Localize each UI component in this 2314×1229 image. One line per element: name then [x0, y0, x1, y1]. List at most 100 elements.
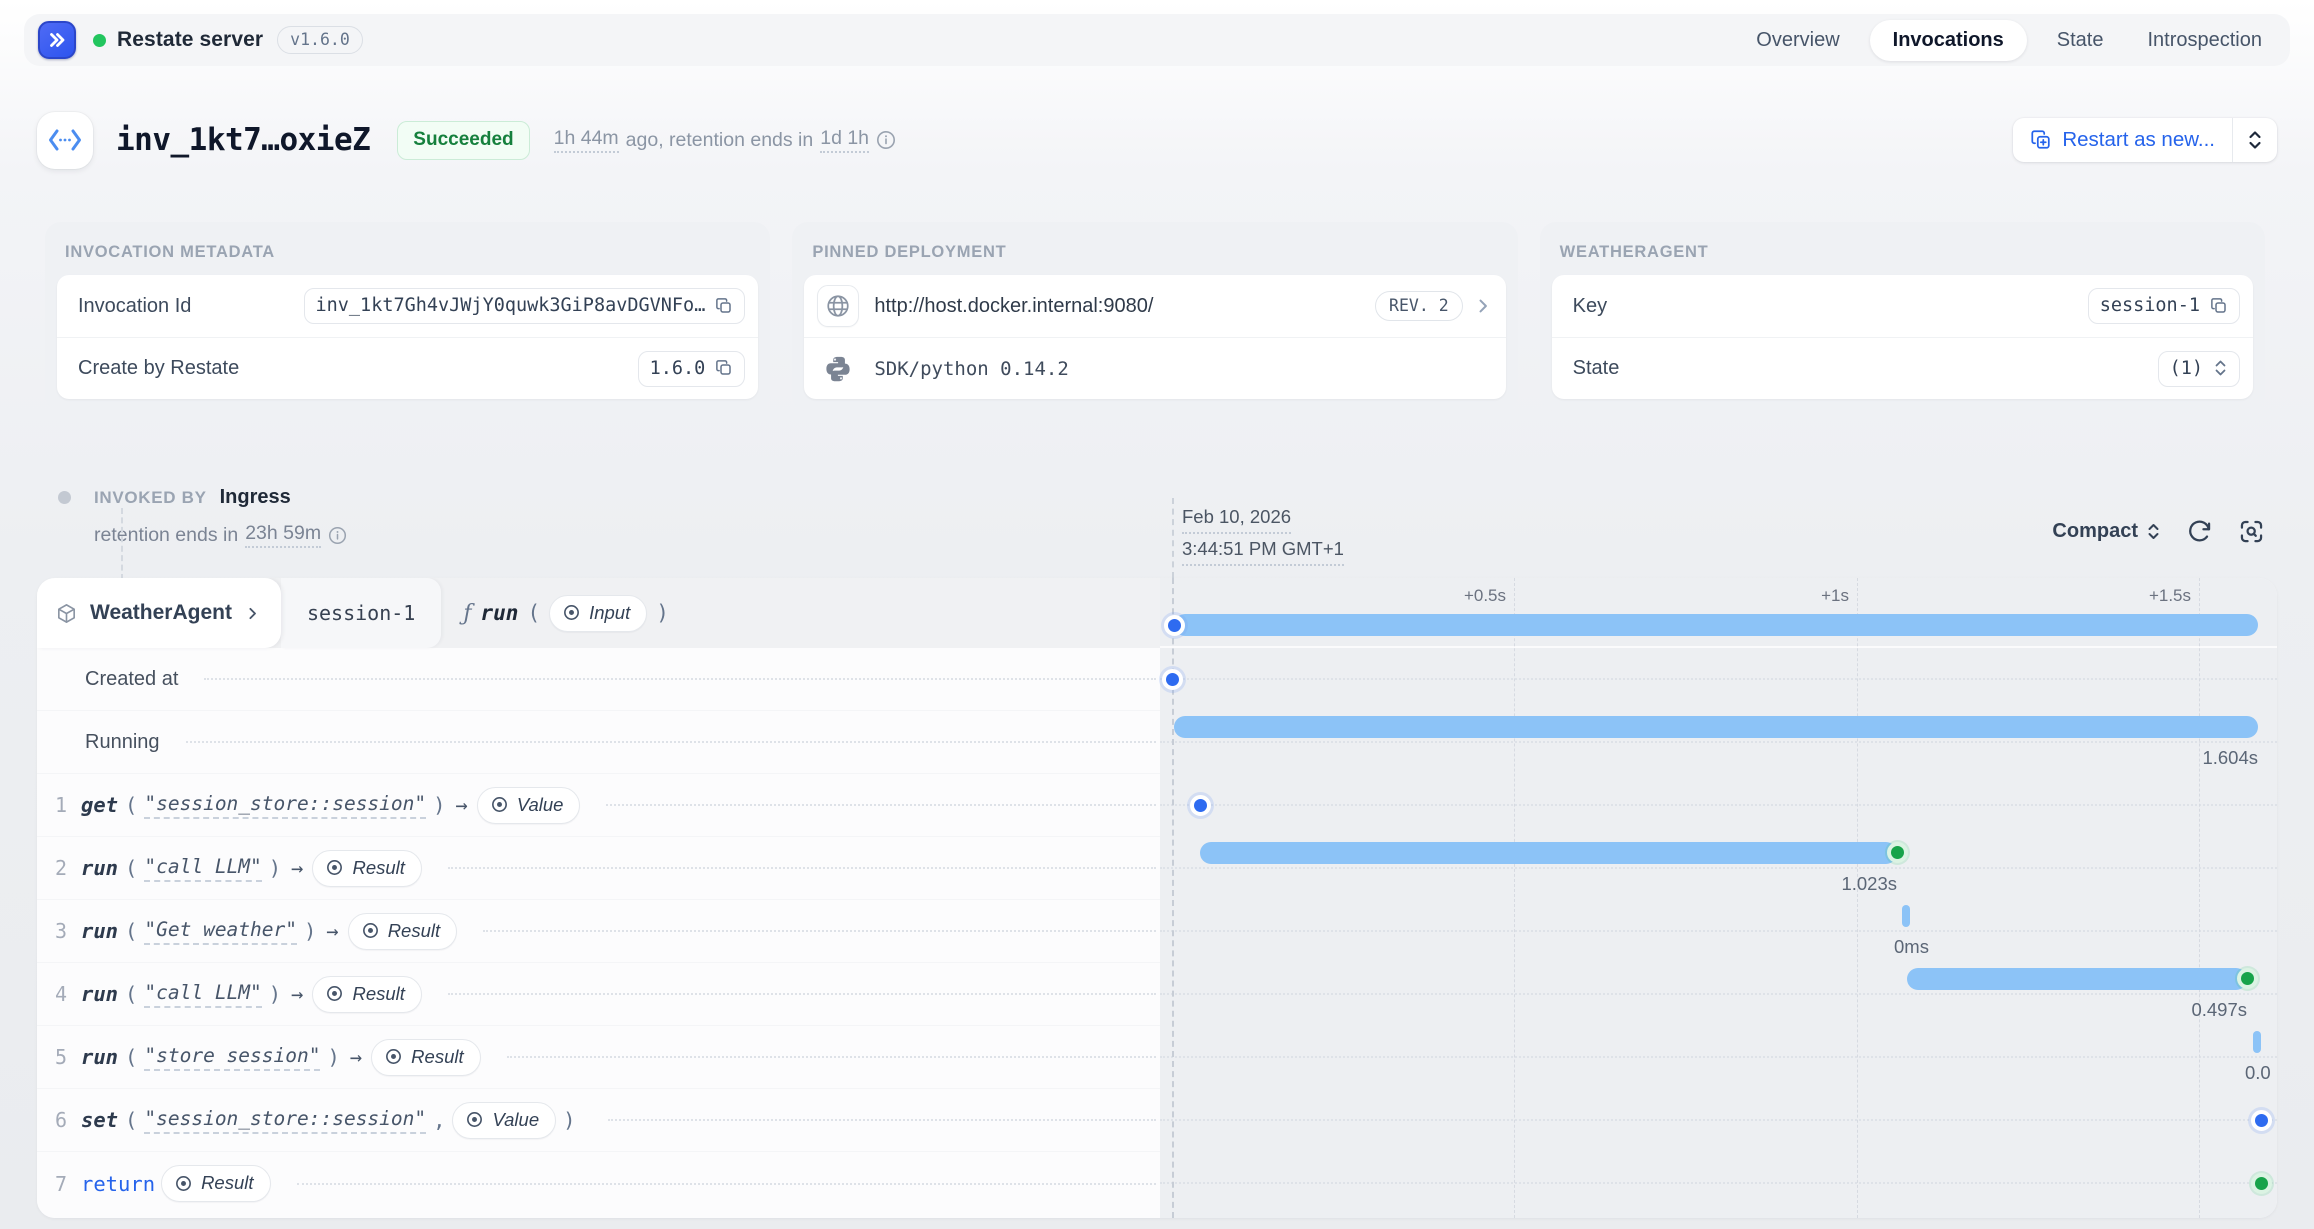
value-pill[interactable]: Value: [477, 787, 581, 824]
age-text[interactable]: 1h 44m: [554, 127, 619, 153]
dotted-leader: [507, 1056, 1156, 1058]
result-pill[interactable]: Result: [371, 1039, 480, 1076]
info-icon[interactable]: [876, 130, 896, 150]
timeline-column: 1.604s1.023s0ms0.497s0.0 +0.5s+1s+1.5s: [1160, 578, 2277, 1218]
service-breadcrumb[interactable]: WeatherAgent: [37, 578, 281, 648]
tab-overview[interactable]: Overview: [1742, 20, 1853, 61]
arrow-icon: →: [326, 919, 338, 943]
dotted-leader: [297, 1183, 1156, 1185]
tab-invocations[interactable]: Invocations: [1870, 20, 2027, 61]
retention-countdown[interactable]: 23h 59m: [245, 522, 321, 548]
timeline-tick-label: +1.5s: [2067, 586, 2191, 606]
service-state-expander[interactable]: (1): [2158, 351, 2240, 387]
duration-bar[interactable]: [1200, 842, 1897, 864]
result-pill[interactable]: Result: [312, 976, 421, 1013]
deployment-endpoint-row[interactable]: http://host.docker.internal:9080/ REV. 2: [804, 275, 1505, 337]
dotted-leader: [448, 867, 1156, 869]
restate-logo-icon[interactable]: [38, 21, 76, 59]
restart-options-caret[interactable]: [2233, 118, 2277, 162]
entry-punctuation: (: [125, 1108, 137, 1132]
restart-split-button: Restart as new...: [2013, 118, 2277, 162]
card-title: WEATHERAGENT: [1560, 243, 2245, 262]
journal-trace-panel: WeatherAgent session-1 ƒ run ( Input ) C…: [37, 578, 2277, 1218]
service-key-breadcrumb[interactable]: session-1: [281, 578, 441, 648]
info-icon[interactable]: [328, 526, 347, 545]
entry-punctuation: ): [433, 793, 445, 817]
journal-entry-row: 1get("session_store::session")→Value: [37, 774, 1160, 837]
chevron-right-icon[interactable]: [1473, 296, 1493, 316]
result-pill[interactable]: Result: [348, 913, 457, 950]
journal-entries-list: Created atRunning1get("session_store::se…: [37, 648, 1160, 1218]
function-icon: ƒ: [463, 601, 471, 626]
deployment-sdk-row: SDK/python 0.14.2: [804, 337, 1505, 399]
entry-number: 1: [53, 793, 67, 817]
card-invocation-metadata: INVOCATION METADATA Invocation Id inv_1k…: [45, 222, 770, 411]
tab-state[interactable]: State: [2043, 20, 2118, 61]
entry-argument[interactable]: "session_store::session": [144, 792, 426, 819]
arrow-icon: →: [291, 856, 303, 880]
entry-number: 7: [53, 1172, 67, 1196]
timeline-mode-select[interactable]: Compact: [2052, 520, 2161, 543]
duration-bar[interactable]: [2253, 1031, 2261, 1053]
timeline-gridline: [2199, 578, 2200, 1218]
completion-dot: [2237, 968, 2258, 989]
app-title: Restate server: [117, 28, 263, 52]
start-date[interactable]: Feb 10, 2026: [1182, 503, 1291, 534]
trace-origin-dot: [58, 491, 71, 504]
restate-version-value[interactable]: 1.6.0: [638, 351, 746, 387]
arrow-icon: →: [455, 793, 467, 817]
globe-icon: [817, 285, 859, 327]
entry-argument[interactable]: "call LLM": [144, 981, 261, 1008]
copy-icon[interactable]: [715, 297, 733, 315]
entry-punctuation: ): [269, 982, 281, 1006]
retention-text[interactable]: 1d 1h: [820, 127, 869, 153]
entry-argument[interactable]: "session_store::session": [144, 1107, 426, 1134]
journal-entry-row: 3run("Get weather")→Result: [37, 900, 1160, 963]
invocation-start-timestamp: Feb 10, 2026 3:44:51 PM GMT+1: [1182, 503, 1344, 567]
blue-event-dot[interactable]: [1162, 669, 1183, 690]
fit-to-view-button[interactable]: [2238, 518, 2265, 545]
duration-bar[interactable]: [1907, 968, 2247, 990]
journal-row-label: Created at: [85, 668, 178, 691]
duration-label: 0ms: [1894, 936, 1929, 958]
restart-as-new-button[interactable]: Restart as new...: [2013, 118, 2232, 162]
service-key-value[interactable]: session-1: [2088, 288, 2240, 324]
blue-event-dot[interactable]: [2251, 1110, 2272, 1131]
python-icon: [817, 354, 859, 384]
retention-note: retention ends in 23h 59m: [94, 522, 347, 548]
start-time[interactable]: 3:44:51 PM GMT+1: [1182, 535, 1344, 566]
blue-event-dot[interactable]: [1190, 795, 1211, 816]
entry-punctuation: ,: [433, 1108, 445, 1132]
input-pill[interactable]: Input: [549, 595, 647, 632]
entry-argument[interactable]: "call LLM": [144, 855, 261, 882]
card-pinned-deployment: PINNED DEPLOYMENT http://host.docker.int…: [792, 222, 1517, 411]
duration-bar[interactable]: [1902, 905, 1910, 927]
entry-punctuation: ): [327, 1045, 339, 1069]
refresh-button[interactable]: [2186, 518, 2213, 545]
journal-entry-row: 6set("session_store::session",Value): [37, 1089, 1160, 1152]
service-state-row: State (1): [1552, 337, 2253, 399]
journal-entry-row: 4run("call LLM")→Result: [37, 963, 1160, 1026]
invoked-by-section: INVOKED BY Ingress retention ends in 23h…: [58, 486, 347, 548]
invocation-id-title: inv_1kt7…oxieZ: [116, 122, 370, 158]
duration-label: 1.604s: [2202, 747, 2258, 769]
green-event-dot[interactable]: [2251, 1173, 2272, 1194]
result-pill[interactable]: Result: [161, 1165, 270, 1202]
entry-argument[interactable]: "Get weather": [144, 918, 297, 945]
timeline-controls: Compact: [2052, 518, 2265, 545]
duration-bar[interactable]: [1174, 716, 2258, 738]
duration-label: 0.497s: [2191, 999, 2247, 1021]
value-pill[interactable]: Value: [452, 1102, 556, 1139]
copy-icon[interactable]: [2210, 297, 2228, 315]
result-pill[interactable]: Result: [312, 850, 421, 887]
chevron-right-icon: [244, 605, 261, 622]
copy-icon[interactable]: [715, 359, 733, 377]
dotted-leader: [608, 1119, 1156, 1121]
invocation-id-value[interactable]: inv_1kt7Gh4vJWjY0quwk3GiP8avDGVNFo…: [304, 288, 746, 324]
entry-argument[interactable]: "store session": [144, 1044, 320, 1071]
invocation-total-bar[interactable]: [1174, 614, 2258, 636]
tab-introspection[interactable]: Introspection: [2133, 20, 2276, 61]
timeline-row-guide: [1160, 930, 2277, 932]
entry-keyword: set: [81, 1108, 118, 1132]
invoked-by-value: Ingress: [220, 486, 291, 509]
